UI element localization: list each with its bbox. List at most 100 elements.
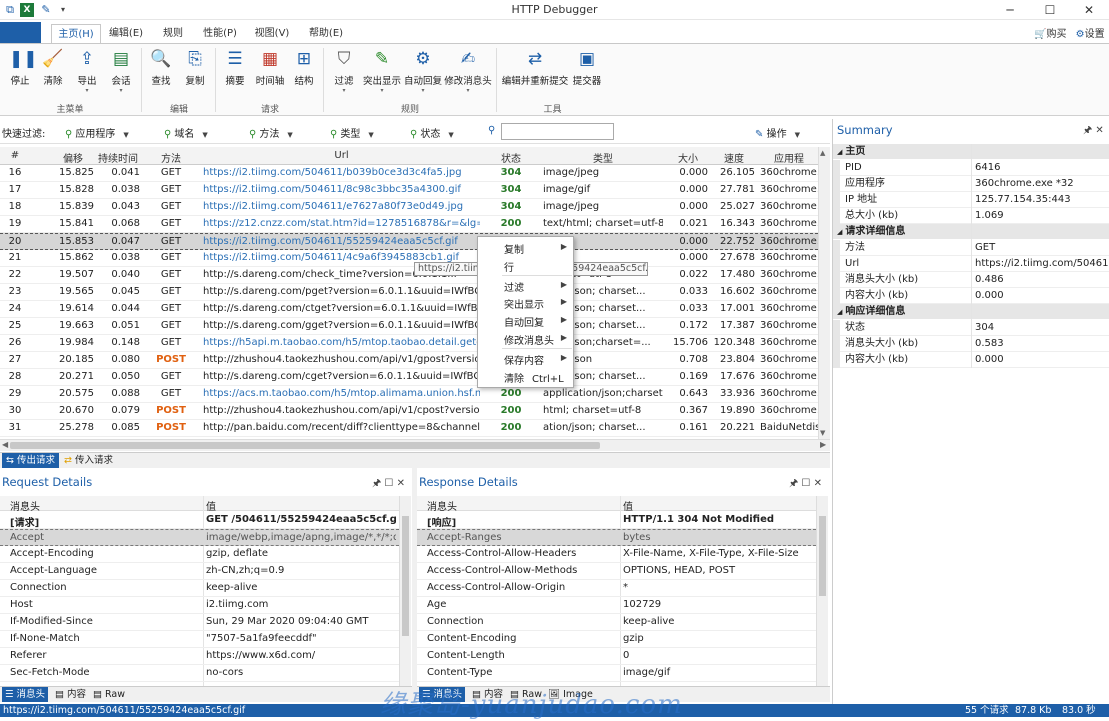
table-row[interactable]: 28 20.271 0.050 GET http://s.dareng.com/cget… (0, 369, 818, 386)
buy-link[interactable]: 购买 (1046, 29, 1066, 40)
filter-application[interactable]: ⚲ 应用程序 ▼ (65, 125, 129, 140)
cart-icon[interactable]: 🛒 (1034, 29, 1046, 40)
response-header-row[interactable]: Access-Control-Allow-Methods OPTIONS, HEA… (417, 563, 816, 580)
response-header-row[interactable]: Access-Control-Allow-Origin * (417, 580, 816, 597)
table-row[interactable]: 30 20.670 0.079 POST http://zhushou4.taokezh… (0, 403, 818, 420)
request-scrollbar[interactable] (399, 496, 411, 686)
request-header-row[interactable]: Referer https://www.x6d.com/ (0, 648, 399, 665)
ribbon-button-12[interactable]: ✍ 修改消息头 ▾ (444, 48, 492, 100)
request-header-row[interactable]: Connection keep-alive (0, 580, 399, 597)
filter-domain[interactable]: ⚲ 域名 ▼ (164, 125, 208, 140)
ribbon-button-13[interactable]: ⇄ 编辑并重新提交 (500, 48, 570, 100)
ribbon-button-14[interactable]: ▣ 提交器 (570, 48, 604, 100)
menu-item-row[interactable]: 行 (504, 259, 514, 274)
table-row[interactable]: 22 19.507 0.040 GET http://s.dareng.com/chec… (0, 267, 818, 284)
response-panel-buttons[interactable]: 🖈 ☐ ✕ (789, 476, 822, 493)
ribbon-button-7[interactable]: ▦ 时间轴 (252, 48, 288, 100)
table-row[interactable]: 16 15.825 0.041 GET https://i2.tiimg.com/504… (0, 165, 818, 182)
ribbon-button-4[interactable]: 🔍 查找 (144, 48, 178, 100)
grid-header-0[interactable]: # (0, 150, 30, 161)
filter-status[interactable]: ⚲ 状态 ▼ (410, 125, 454, 140)
tab-outgoing-requests[interactable]: ⇆ 传出请求 (2, 453, 60, 468)
ribbon-button-0[interactable]: ❚❚ 停止 (2, 48, 38, 100)
grid-header-3[interactable]: 方法 (146, 150, 196, 165)
menu-item-modify-headers[interactable]: 修改消息头 (504, 332, 554, 347)
request-tab-0[interactable]: ☰ 消息头 (2, 687, 49, 702)
menu-item-save-content[interactable]: 保存内容 (504, 352, 544, 367)
menu-item-highlight[interactable]: 突出显示 (504, 296, 544, 311)
gear-icon[interactable]: ⚙ (1076, 29, 1085, 40)
minimize-button[interactable]: ─ (990, 0, 1030, 20)
table-row[interactable]: 27 20.185 0.080 POST http://zhushou4.taokezh… (0, 352, 818, 369)
grid-header-8[interactable]: 速度 (713, 150, 755, 165)
request-header-row[interactable]: Host i2.tiimg.com (0, 597, 399, 614)
ribbon-button-5[interactable]: ⎘ 复制 (178, 48, 212, 100)
request-header-row[interactable]: Accept-Encoding gzip, deflate (0, 546, 399, 563)
menu-item-copy[interactable]: 复制 (504, 241, 524, 256)
grid-header-9[interactable]: 应用程 (760, 150, 818, 165)
ribbon-button-3[interactable]: ▤ 会话 ▾ (104, 48, 138, 100)
menu-item-auto-reply[interactable]: 自动回复 (504, 314, 544, 329)
file-menu-button[interactable] (0, 22, 41, 44)
filter-method[interactable]: ⚲ 方法 ▼ (249, 125, 293, 140)
ribbon-button-6[interactable]: ☰ 摘要 (218, 48, 252, 100)
table-row[interactable]: 24 19.614 0.044 GET http://s.dareng.com/ctge… (0, 301, 818, 318)
table-row[interactable]: 21 15.862 0.038 GET https://i2.tiimg.com/504… (0, 250, 818, 267)
tab-incoming-requests[interactable]: ⇄ 传入请求 (60, 453, 117, 468)
menu-item-filter[interactable]: 过滤 (504, 279, 524, 294)
response-header-row[interactable]: Content-Length 0 (417, 648, 816, 665)
grid-header-7[interactable]: 大小 (668, 150, 708, 165)
response-header-row[interactable]: Content-Encoding gzip (417, 631, 816, 648)
table-row[interactable]: 31 25.278 0.085 POST http://pan.baidu.com/re… (0, 420, 818, 437)
maximize-button[interactable]: ☐ (1030, 0, 1070, 20)
grid-vertical-scrollbar[interactable]: ▲ ▼ (818, 147, 830, 439)
table-row[interactable]: 23 19.565 0.045 GET http://s.dareng.com/pget… (0, 284, 818, 301)
response-header-row[interactable]: Content-Type image/gif (417, 665, 816, 682)
grid-header-6[interactable]: 类型 (543, 150, 663, 165)
table-row[interactable]: 20 15.853 0.047 GET https://i2.tiimg.com/504… (0, 233, 818, 250)
table-row[interactable]: 26 19.984 0.148 GET https://h5api.m.taobao.c… (0, 335, 818, 352)
request-tab-1[interactable]: ▤ 内容 (52, 687, 89, 702)
table-row[interactable]: 25 19.663 0.051 GET http://s.dareng.com/gget… (0, 318, 818, 335)
request-header-row[interactable]: If-Modified-Since Sun, 29 Mar 2020 09:04:… (0, 614, 399, 631)
request-header-row[interactable]: [请求] GET /504611/55259424eaa5c5cf.gif HT.… (0, 512, 399, 529)
grid-header-5[interactable]: 状态 (484, 150, 538, 165)
settings-link[interactable]: 设置 (1085, 29, 1105, 40)
response-header-row[interactable]: Connection keep-alive (417, 614, 816, 631)
response-header-row[interactable]: [响应] HTTP/1.1 304 Not Modified (417, 512, 816, 529)
grid-header-4[interactable]: Url (203, 150, 480, 161)
ribbon-button-9[interactable]: ⛉ 过滤 ▾ (328, 48, 360, 100)
quick-filter-search-input[interactable] (501, 123, 614, 140)
grid-horizontal-scrollbar[interactable]: ◀ ▶ (0, 439, 830, 451)
request-tab-2[interactable]: ▤ Raw (90, 687, 128, 702)
request-header-row[interactable]: Accept image/webp,image/apng,image/*,*/*;… (0, 529, 399, 546)
filter-type[interactable]: ⚲ 类型 ▼ (330, 125, 374, 140)
table-row[interactable]: 19 15.841 0.068 GET https://z12.cnzz.com/sta… (0, 216, 818, 233)
ribbon-button-8[interactable]: ⊞ 结构 (288, 48, 320, 100)
table-row[interactable]: 29 20.575 0.088 GET https://acs.m.taobao.com… (0, 386, 818, 403)
response-scrollbar[interactable] (816, 496, 828, 686)
tab-4[interactable]: 视图(V) (250, 24, 294, 44)
request-header-row[interactable]: Sec-Fetch-Mode no-cors (0, 665, 399, 682)
summary-panel-buttons[interactable]: 🖈 ✕ (1083, 123, 1104, 140)
request-header-row[interactable]: If-None-Match "7507-5a1fa9feecddf" (0, 631, 399, 648)
table-row[interactable]: 18 15.839 0.043 GET https://i2.tiimg.com/504… (0, 199, 818, 216)
tab-5[interactable]: 帮助(E) (304, 24, 348, 44)
tab-2[interactable]: 规则 (157, 24, 189, 44)
grid-header-1[interactable]: 偏移 (52, 150, 94, 165)
ribbon-button-1[interactable]: 🧹 清除 (36, 48, 70, 100)
actions-menu[interactable]: ✎ 操作 ▼ (755, 125, 800, 140)
request-panel-buttons[interactable]: 🖈 ☐ ✕ (372, 476, 405, 493)
request-header-row[interactable]: Accept-Language zh-CN,zh;q=0.9 (0, 563, 399, 580)
response-header-row[interactable]: Access-Control-Allow-Headers X-File-Name,… (417, 546, 816, 563)
ribbon-button-11[interactable]: ⚙ 自动回复 ▾ (402, 48, 444, 100)
close-button[interactable]: ✕ (1069, 0, 1109, 20)
response-header-row[interactable]: Accept-Ranges bytes (417, 529, 816, 546)
tab-3[interactable]: 性能(P) (197, 24, 243, 44)
tab-1[interactable]: 编辑(E) (104, 24, 148, 44)
table-row[interactable]: 17 15.828 0.038 GET https://i2.tiimg.com/504… (0, 182, 818, 199)
response-header-row[interactable]: Age 102729 (417, 597, 816, 614)
grid-header-2[interactable]: 持续时间 (96, 150, 140, 165)
menu-item-clear[interactable]: 清除 Ctrl+L (504, 370, 564, 385)
tab-0[interactable]: 主页(H) (51, 24, 101, 44)
